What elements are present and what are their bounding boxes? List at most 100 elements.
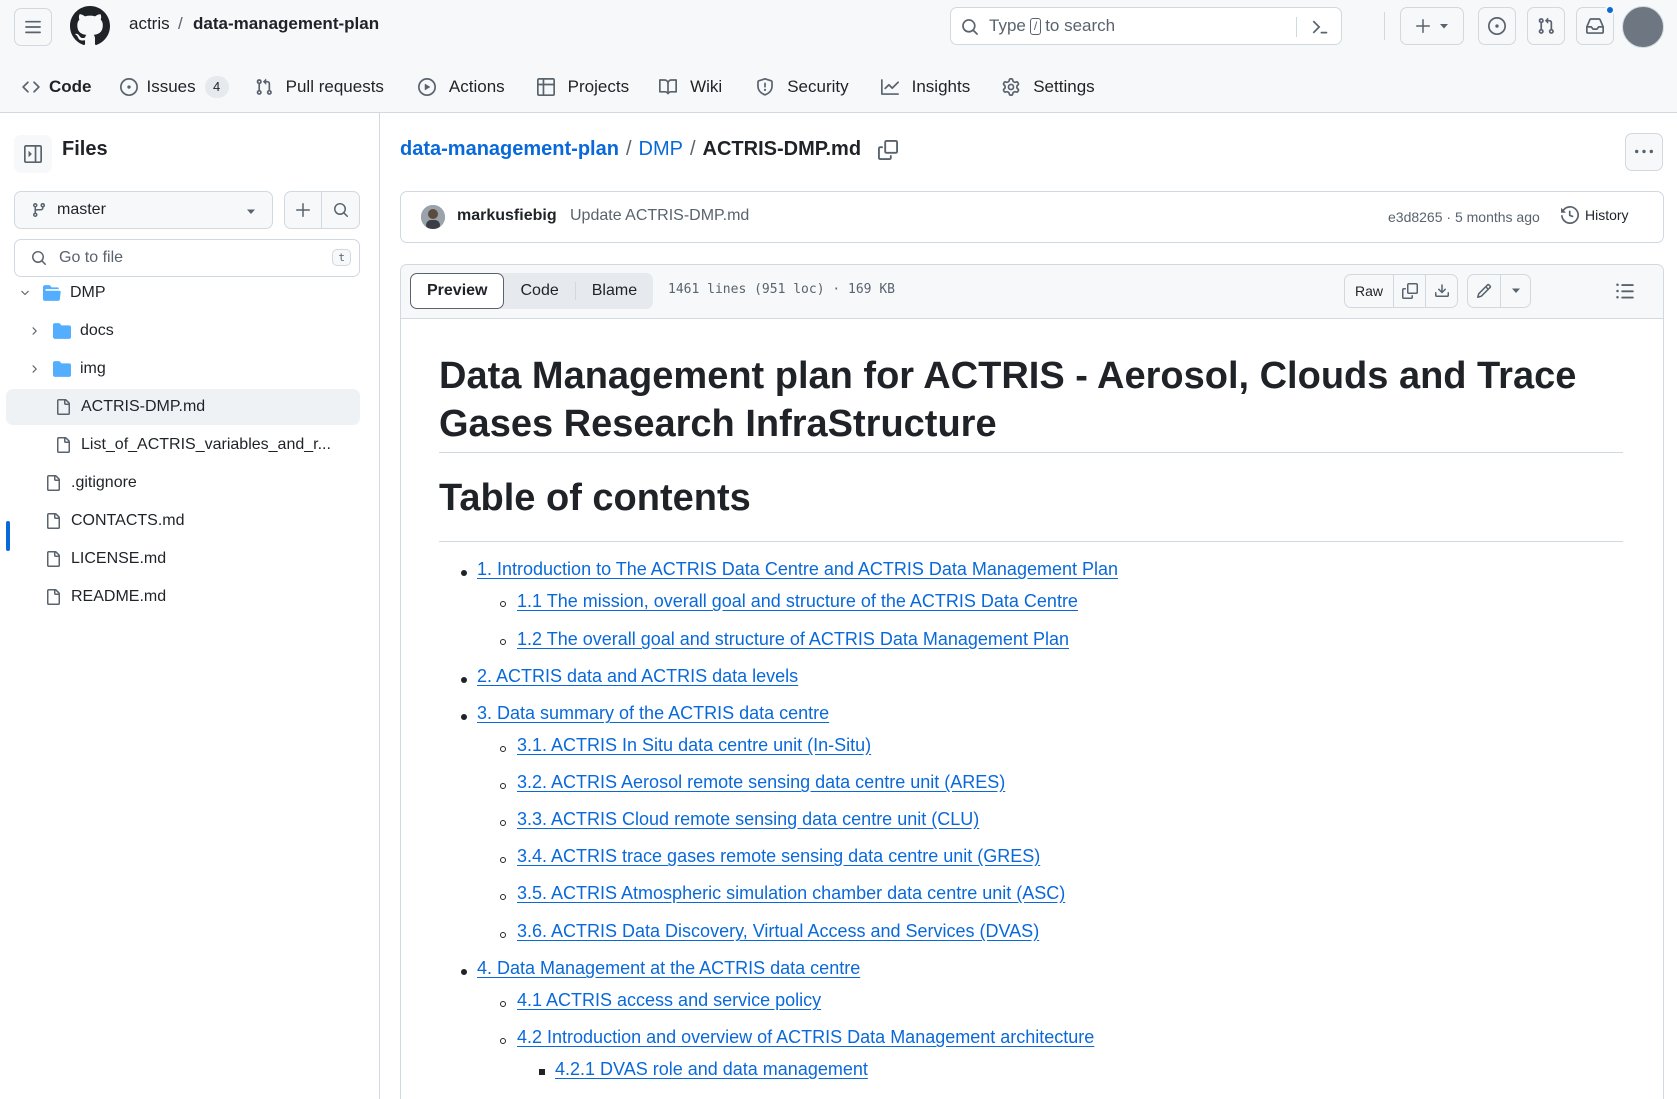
tab-preview[interactable]: Preview	[410, 273, 505, 309]
menu-button[interactable]	[14, 8, 52, 46]
your-pull-requests-button[interactable]	[1527, 7, 1565, 45]
bullet-marker	[500, 746, 506, 752]
tab-issues[interactable]: Issues 4	[106, 66, 243, 108]
latest-commit-bar: markusfiebig Update ACTRIS-DMP.md e3d826…	[400, 191, 1664, 243]
breadcrumb-current-file: ACTRIS-DMP.md	[702, 138, 862, 160]
toc-link[interactable]: 4. Data Management at the ACTRIS data ce…	[477, 958, 860, 979]
toc-link[interactable]: 3.3. ACTRIS Cloud remote sensing data ce…	[517, 809, 979, 830]
toc-link[interactable]: 1.2 The overall goal and structure of AC…	[517, 629, 1069, 650]
caret-down-icon	[1511, 288, 1520, 293]
toc-link[interactable]: 1. Introduction to The ACTRIS Data Centr…	[477, 559, 1118, 580]
go-to-file-shortcut: t	[332, 249, 351, 266]
bullet-marker	[500, 1038, 506, 1044]
tab-blame[interactable]: Blame	[576, 273, 653, 309]
issues-count-badge: 4	[204, 76, 229, 98]
issue-opened-icon	[1488, 17, 1506, 35]
plus-icon	[1416, 19, 1430, 33]
create-new-button[interactable]	[1400, 7, 1464, 45]
toc-link[interactable]: 2. ACTRIS data and ACTRIS data levels	[477, 666, 798, 687]
tree-item-img[interactable]: img	[0, 351, 360, 387]
tab-wiki[interactable]: Wiki	[643, 66, 736, 108]
tab-insights[interactable]: Insights	[863, 66, 985, 108]
toc-link[interactable]: 4.2.1 DVAS role and data management	[555, 1059, 868, 1080]
file-view: data-management-plan / DMP / ACTRIS-DMP.…	[381, 113, 1677, 1099]
history-button[interactable]: History	[1561, 206, 1629, 224]
toc-link[interactable]: 4.2 Introduction and overview of ACTRIS …	[517, 1027, 1094, 1048]
tree-item-license[interactable]: LICENSE.md	[0, 541, 360, 577]
author-avatar[interactable]	[421, 205, 445, 229]
view-mode-switch: Preview Code Blame	[410, 273, 654, 309]
breadcrumb-repo-link[interactable]: data-management-plan	[400, 138, 619, 161]
toc-link[interactable]: 3.5. ACTRIS Atmospheric simulation chamb…	[517, 883, 1065, 904]
breadcrumb-folder-link[interactable]: DMP	[639, 138, 683, 161]
add-file-button[interactable]	[285, 192, 323, 228]
inbox-icon	[1586, 18, 1604, 34]
file-icon	[57, 437, 70, 453]
toc-link[interactable]: 3.1. ACTRIS In Situ data centre unit (In…	[517, 735, 871, 756]
bullet-marker	[500, 639, 506, 645]
copy-icon	[1401, 283, 1418, 299]
tree-item-dmp[interactable]: DMP	[0, 275, 360, 311]
list-unordered-icon[interactable]	[1615, 281, 1635, 301]
tree-item-label: img	[80, 360, 106, 377]
files-heading: Files	[62, 138, 108, 160]
toc-link[interactable]: 3.4. ACTRIS trace gases remote sensing d…	[517, 846, 1040, 867]
toc-link[interactable]: 3.2. ACTRIS Aerosol remote sensing data …	[517, 772, 1005, 793]
tree-item-readme[interactable]: README.md	[0, 579, 360, 615]
edit-options-dropdown[interactable]	[1500, 275, 1530, 307]
tree-item-gitignore[interactable]: .gitignore	[0, 465, 360, 501]
raw-button[interactable]: Raw	[1345, 275, 1393, 307]
toc-link[interactable]: 3. Data summary of the ACTRIS data centr…	[477, 703, 829, 724]
branch-name: master	[57, 201, 106, 218]
github-logo-icon[interactable]	[70, 6, 110, 46]
header-divider	[1384, 12, 1385, 40]
tab-settings[interactable]: Settings	[984, 66, 1108, 108]
edit-file-button[interactable]	[1468, 275, 1500, 307]
collapse-sidebar-button[interactable]	[14, 135, 52, 173]
branch-selector[interactable]: master	[14, 191, 273, 229]
breadcrumb-separator: /	[625, 138, 632, 160]
tree-item-label: DMP	[70, 284, 106, 301]
tab-code[interactable]: Code	[0, 66, 106, 117]
raw-actions-group: Raw	[1344, 274, 1459, 308]
tree-item-contacts[interactable]: CONTACTS.md	[0, 503, 360, 539]
owner-link[interactable]: actris	[129, 14, 170, 34]
tree-item-actris-dmp[interactable]: ACTRIS-DMP.md	[6, 389, 360, 425]
repo-link[interactable]: data-management-plan	[193, 14, 379, 34]
toc-link[interactable]: 4.1 ACTRIS access and service policy	[517, 990, 821, 1011]
command-palette-icon[interactable]	[1311, 18, 1329, 36]
tree-item-label: CONTACTS.md	[71, 512, 185, 529]
file-icon	[47, 589, 60, 605]
search-prefix: Type	[989, 16, 1026, 35]
tree-item-label: .gitignore	[71, 474, 137, 491]
search-icon	[962, 19, 978, 35]
search-shortcut-key: /	[1029, 17, 1042, 35]
search-icon	[32, 251, 46, 265]
your-issues-button[interactable]	[1478, 7, 1516, 45]
tab-security[interactable]: Security	[736, 66, 862, 108]
tab-code-view[interactable]: Code	[504, 273, 574, 309]
copy-icon[interactable]	[878, 139, 899, 160]
tree-item-variables-list[interactable]: List_of_ACTRIS_variables_and_r...	[0, 427, 360, 463]
search-suffix: to search	[1045, 16, 1116, 35]
search-icon	[333, 203, 348, 217]
commit-author-link[interactable]: markusfiebig	[457, 207, 557, 225]
commit-hash-and-age[interactable]: e3d8265 · 5 months ago	[1388, 209, 1540, 225]
tree-item-docs[interactable]: docs	[0, 313, 360, 349]
bullet-marker	[539, 1069, 545, 1075]
more-options-button[interactable]	[1625, 133, 1663, 171]
graph-icon	[880, 79, 899, 95]
tab-projects[interactable]: Projects	[519, 66, 643, 108]
search-input[interactable]: Type / to search	[950, 7, 1342, 45]
copy-raw-button[interactable]	[1393, 275, 1425, 307]
tab-settings-label: Settings	[1033, 77, 1095, 96]
download-button[interactable]	[1425, 275, 1457, 307]
search-files-button[interactable]	[322, 192, 359, 228]
tab-actions[interactable]: Actions	[398, 66, 519, 108]
toc-link[interactable]: 3.6. ACTRIS Data Discovery, Virtual Acce…	[517, 921, 1039, 942]
user-avatar[interactable]	[1622, 6, 1664, 48]
go-to-file-input[interactable]: Go to file t	[14, 239, 360, 277]
commit-message-link[interactable]: Update ACTRIS-DMP.md	[570, 207, 749, 225]
toc-link[interactable]: 1.1 The mission, overall goal and struct…	[517, 591, 1078, 612]
tab-pull-requests[interactable]: Pull requests	[243, 66, 398, 108]
